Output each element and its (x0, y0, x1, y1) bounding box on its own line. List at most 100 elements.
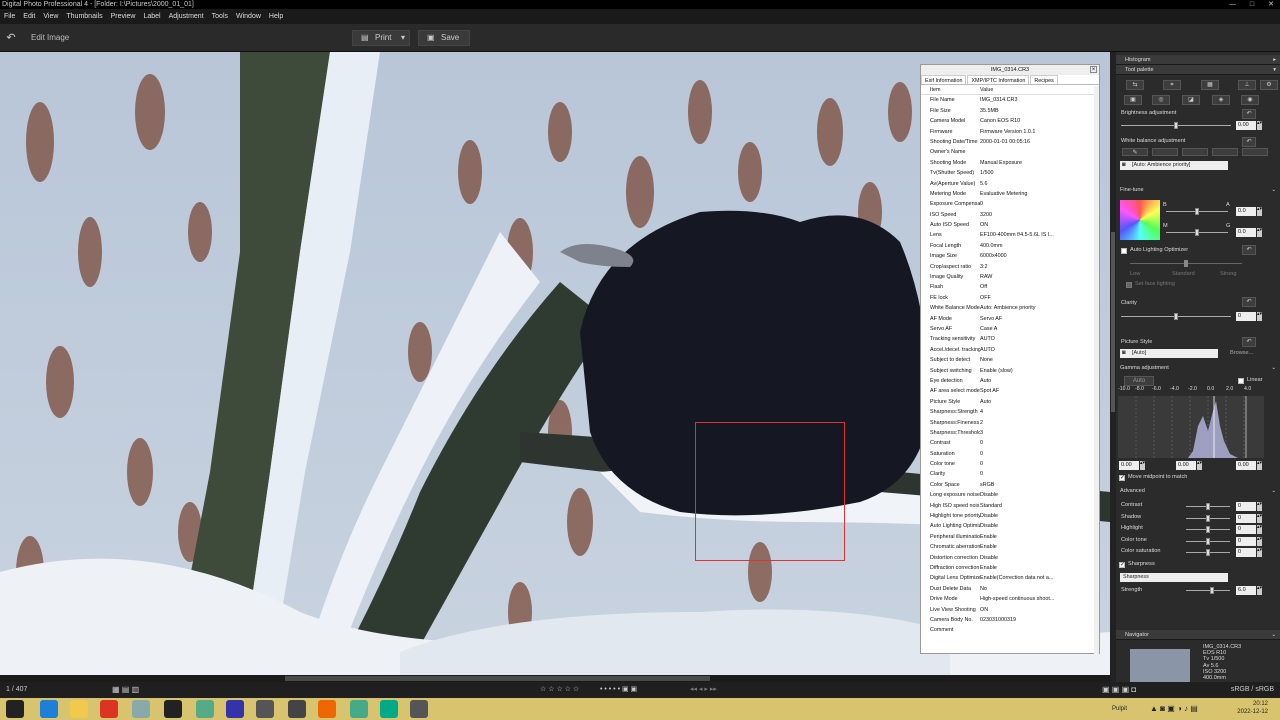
exif-row[interactable]: Clarity 0 (921, 469, 1099, 479)
exif-row[interactable]: Comment (921, 625, 1099, 635)
menu-thumbnails[interactable]: Thumbnails (62, 9, 106, 24)
menu-preview[interactable]: Preview (107, 9, 140, 24)
gamma-white-value[interactable]: 0.00 (1236, 461, 1256, 470)
exif-row[interactable]: Subject to detect None (921, 355, 1099, 365)
exif-row[interactable]: Color tone 0 (921, 459, 1099, 469)
wb-preset-button[interactable] (1182, 148, 1208, 156)
detail-tab-icon[interactable]: ◈ (1212, 95, 1230, 105)
wb-preset-button[interactable] (1212, 148, 1238, 156)
reset-icon[interactable]: ↶ (1242, 337, 1256, 347)
exif-row[interactable]: Sharpness:Fineness 2 (921, 418, 1099, 428)
exif-row[interactable]: Image Size 6000x4000 (921, 251, 1099, 261)
app-icon[interactable] (196, 700, 214, 718)
spin-arrows-icon[interactable]: ▴▾ (1257, 312, 1262, 321)
reset-icon[interactable]: ↶ (1242, 297, 1256, 307)
exif-row[interactable]: Tv(Shutter Speed) 1/500 (921, 168, 1099, 178)
exif-row[interactable]: Distortion correction Disable (921, 553, 1099, 563)
exif-row[interactable]: Metering Mode Evaluative Metering (921, 189, 1099, 199)
spin-arrows-icon[interactable]: ▴▾ (1257, 536, 1262, 546)
menu-edit[interactable]: Edit (19, 9, 39, 24)
exif-row[interactable]: Highlight tone priority Disable (921, 511, 1099, 521)
app-icon[interactable] (318, 700, 336, 718)
spin-arrows-icon[interactable]: ▴▾ (1257, 228, 1262, 237)
spin-arrows-icon[interactable]: ▴▾ (1257, 548, 1262, 558)
app-icon[interactable] (288, 700, 306, 718)
image-horizontal-scrollbar[interactable] (0, 675, 1110, 682)
chevron-down-icon[interactable]: ⌄ (1271, 486, 1276, 496)
slider-knob[interactable] (1195, 208, 1199, 215)
spin-arrows-icon[interactable]: ▴▾ (1257, 207, 1262, 216)
exif-row[interactable]: Drive Mode High-speed continuous shoot... (921, 594, 1099, 604)
alo-checkbox[interactable] (1121, 248, 1127, 254)
taskbar-clock[interactable]: 20:12 2022-12-12 (1237, 700, 1268, 716)
exif-row[interactable]: ISO Speed 3200 (921, 210, 1099, 220)
exif-row[interactable]: Lens EF100-400mm f/4.5-5.6L IS I... (921, 230, 1099, 240)
advanced-slider[interactable] (1186, 537, 1230, 545)
color-wheel[interactable] (1120, 200, 1160, 240)
menu-tools[interactable]: Tools (208, 9, 232, 24)
fine-tune-ba-value[interactable]: 0.0 (1236, 207, 1256, 216)
exif-row[interactable]: Tracking sensitivity AUTO (921, 334, 1099, 344)
exif-row[interactable]: Av(Aperture Value) 5.6 (921, 179, 1099, 189)
exif-row[interactable]: Owner's Name (921, 147, 1099, 157)
menu-file[interactable]: File (0, 9, 19, 24)
settings-icon[interactable]: ⚙ (1260, 80, 1278, 90)
spin-arrows-icon[interactable]: ▴▾ (1197, 461, 1202, 470)
scroll-thumb[interactable] (285, 676, 710, 681)
navigation-arrows-icon[interactable]: ◂◂ ◂ ▸ ▸▸ (690, 685, 717, 693)
exif-row[interactable]: Focal Length 400.0mm (921, 241, 1099, 251)
exif-row[interactable]: File Name IMG_0314.CR3 (921, 95, 1099, 105)
spin-arrows-icon[interactable]: ▴▾ (1257, 586, 1262, 595)
linear-checkbox[interactable] (1238, 378, 1244, 384)
exif-row[interactable]: Dust Delete Data No (921, 584, 1099, 594)
spin-arrows-icon[interactable]: ▴▾ (1140, 461, 1145, 470)
spin-arrows-icon[interactable]: ▴▾ (1257, 502, 1262, 511)
advanced-slider[interactable] (1186, 549, 1230, 557)
label-dot-icons[interactable]: • • • • • ▣ ▣ (600, 685, 637, 693)
gamma-auto-button[interactable]: Auto (1124, 376, 1154, 386)
wb-mode-select[interactable]: [Auto: Ambience priority] (1120, 161, 1228, 170)
exif-row[interactable]: Accel./decel. tracking AUTO (921, 345, 1099, 355)
exif-row[interactable]: Sharpness:Threshold 3 (921, 428, 1099, 438)
column-value[interactable]: Value (980, 85, 1099, 94)
advanced-value[interactable]: 0 (1236, 513, 1256, 523)
slider-knob[interactable] (1174, 122, 1178, 129)
exif-row[interactable]: Diffraction correction Enable (921, 563, 1099, 573)
exif-row[interactable]: Servo AF Case A (921, 324, 1099, 334)
exif-row[interactable]: Digital Lens Optimizer Enable(Correction … (921, 573, 1099, 583)
tone-tab-icon[interactable]: ◎ (1152, 95, 1170, 105)
view-mode-icons[interactable]: ▣ ▣ ▣ ◘ (1102, 685, 1136, 694)
expand-icon[interactable]: ▸ (1273, 55, 1276, 65)
exif-row[interactable]: Image Quality RAW (921, 272, 1099, 282)
fine-tune-mg-slider[interactable] (1166, 229, 1228, 236)
strength-slider[interactable] (1186, 587, 1230, 594)
clarity-slider[interactable] (1121, 313, 1231, 320)
print-button[interactable]: ▤ Print ▾ (352, 30, 410, 46)
slider-knob[interactable] (1206, 503, 1210, 510)
exif-row[interactable]: FE lock OFF (921, 293, 1099, 303)
exif-row[interactable]: White Balance Mode Auto: Ambience priorit… (921, 303, 1099, 313)
menu-view[interactable]: View (39, 9, 62, 24)
advanced-slider[interactable] (1186, 503, 1230, 510)
column-item[interactable]: Item (921, 85, 980, 94)
exif-row[interactable]: Shooting Date/Time 2000-01-01 00:05:16 (921, 137, 1099, 147)
alo-slider[interactable] (1130, 260, 1242, 267)
edge-icon[interactable] (40, 700, 58, 718)
slider-knob[interactable] (1206, 514, 1210, 522)
exif-row[interactable]: Saturation 0 (921, 449, 1099, 459)
slider-knob[interactable] (1195, 229, 1199, 236)
save-button[interactable]: ▣ Save (418, 30, 470, 46)
spin-arrows-icon[interactable]: ▴▾ (1257, 121, 1262, 130)
lens-icon[interactable]: ▦ (1201, 80, 1219, 90)
reset-icon[interactable]: ↶ (1242, 245, 1256, 255)
exif-row[interactable]: Chromatic aberration... Enable (921, 542, 1099, 552)
chevron-down-icon[interactable]: ⌄ (1271, 630, 1276, 640)
app-icon[interactable] (132, 700, 150, 718)
stamp-icon[interactable]: ⊥ (1238, 80, 1256, 90)
sharpness-checkbox[interactable] (1119, 561, 1125, 568)
fine-tune-mg-value[interactable]: 0.0 (1236, 228, 1256, 237)
menu-window[interactable]: Window (232, 9, 265, 24)
noise-tab-icon[interactable]: ◉ (1241, 95, 1259, 105)
navigator-thumbnail[interactable] (1130, 649, 1190, 682)
slider-knob[interactable] (1206, 537, 1210, 545)
